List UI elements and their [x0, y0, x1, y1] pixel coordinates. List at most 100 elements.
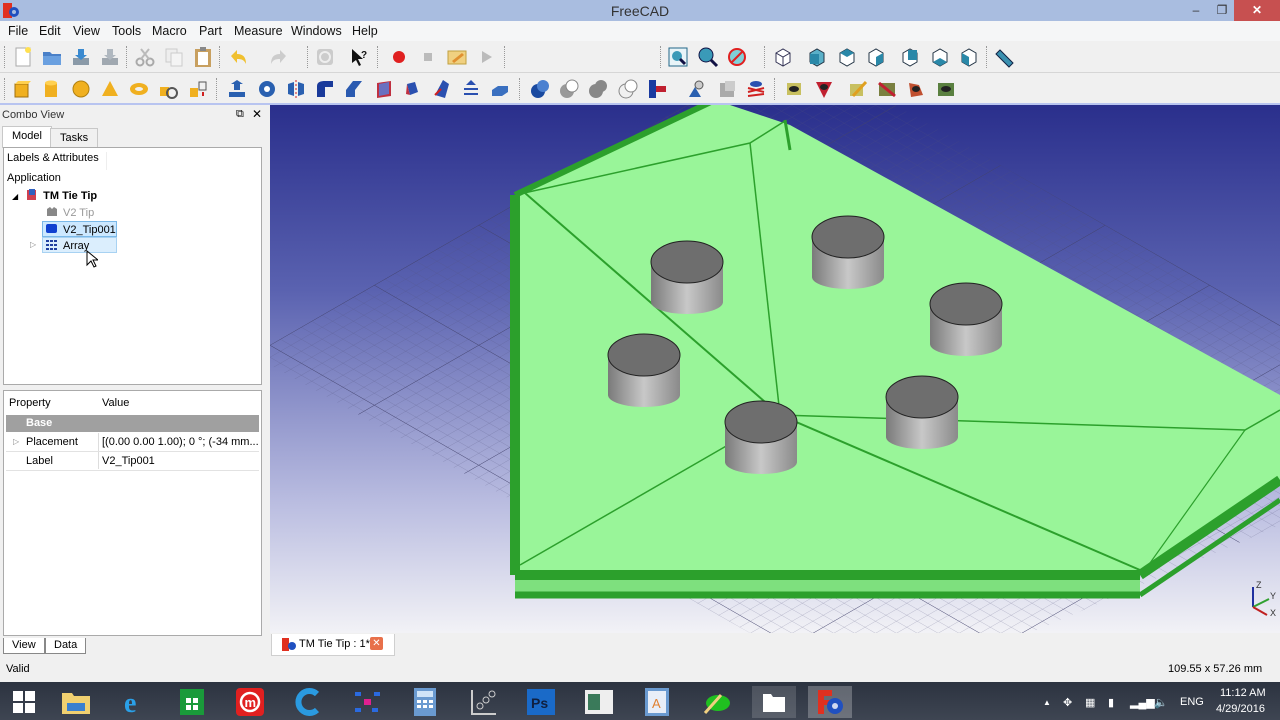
menu-part[interactable]: Part	[199, 24, 222, 38]
part-cylinder-icon[interactable]	[40, 78, 62, 100]
start-button[interactable]	[2, 686, 46, 718]
part-make-face-icon[interactable]	[373, 78, 395, 100]
close-panel-icon[interactable]: ✕	[252, 107, 262, 121]
part-primitives-icon[interactable]	[157, 78, 179, 100]
clock-time[interactable]: 11:12 AM	[1220, 687, 1266, 699]
dropbox-icon[interactable]: ✥	[1063, 696, 1072, 709]
tree-item-array[interactable]: Array	[42, 237, 117, 253]
view-left-icon[interactable]	[958, 46, 980, 68]
show-hidden-icons[interactable]: ▲	[1043, 698, 1051, 707]
document-tab[interactable]: TM Tie Tip : 1* ✕	[271, 634, 395, 656]
check-geometry-icon[interactable]	[686, 78, 708, 100]
part-revolve-icon[interactable]	[256, 78, 278, 100]
tree-item-v2-tip001[interactable]: V2_Tip001	[42, 221, 117, 237]
draw-style-icon[interactable]	[726, 46, 748, 68]
macro-edit-icon[interactable]	[446, 46, 468, 68]
menu-edit[interactable]: Edit	[39, 24, 61, 38]
save-document-icon[interactable]	[70, 46, 92, 68]
taskbar-molecule-app[interactable]	[345, 686, 389, 718]
macro-stop-icon[interactable]	[417, 46, 439, 68]
view-front-icon[interactable]	[806, 46, 828, 68]
measure-clear-icon[interactable]	[876, 78, 898, 100]
property-value-placement[interactable]: [(0.00 0.00 1.00); 0 °; (-34 mm...	[102, 436, 259, 448]
whats-this-icon[interactable]: ?	[348, 46, 370, 68]
boolean-cut-icon[interactable]	[558, 78, 580, 100]
part-sphere-icon[interactable]	[70, 78, 92, 100]
taskbar-freecad[interactable]	[808, 686, 852, 718]
undo-icon[interactable]	[227, 46, 249, 68]
taskbar-file-explorer[interactable]	[54, 686, 98, 718]
taskbar-ccleaner[interactable]	[287, 686, 331, 718]
restore-button[interactable]: ❐	[1208, 0, 1236, 21]
cut-icon[interactable]	[134, 46, 156, 68]
part-offset-icon[interactable]	[745, 78, 767, 100]
part-box-icon[interactable]	[11, 78, 33, 100]
measure-refresh-icon[interactable]	[847, 78, 869, 100]
network-icon[interactable]: ▂▄▆	[1130, 696, 1155, 709]
close-button[interactable]: ✕	[1234, 0, 1280, 21]
measure-distance-icon[interactable]	[993, 46, 1015, 68]
tab-tasks[interactable]: Tasks	[50, 128, 99, 148]
view-bottom-icon[interactable]	[929, 46, 951, 68]
minimize-button[interactable]: –	[1182, 0, 1210, 21]
close-tab-icon[interactable]: ✕	[370, 637, 383, 650]
view-rear-icon[interactable]	[899, 46, 921, 68]
language-indicator[interactable]: ENG	[1180, 696, 1204, 708]
property-value-label[interactable]: V2_Tip001	[102, 455, 155, 467]
refresh-icon[interactable]	[314, 46, 336, 68]
measure-toggle-delta-icon[interactable]	[935, 78, 957, 100]
view-isometric-icon[interactable]	[772, 46, 794, 68]
measure-linear-icon[interactable]	[784, 78, 806, 100]
boolean-common-icon[interactable]	[617, 78, 639, 100]
measure-angular-icon[interactable]	[813, 78, 835, 100]
taskbar-calculator[interactable]	[403, 686, 447, 718]
menu-windows[interactable]: Windows	[291, 24, 342, 38]
taskbar-reader-app[interactable]	[577, 686, 621, 718]
part-section-icon[interactable]	[489, 78, 511, 100]
action-center-icon[interactable]: ▦	[1085, 696, 1095, 709]
part-extrude-icon[interactable]	[226, 78, 248, 100]
save-as-icon[interactable]	[99, 46, 121, 68]
expand-placement-icon[interactable]: ▷	[13, 437, 19, 446]
part-mirror-icon[interactable]	[285, 78, 307, 100]
volume-icon[interactable]: 🔈	[1154, 696, 1168, 709]
part-torus-icon[interactable]	[128, 78, 150, 100]
part-fillet-icon[interactable]	[314, 78, 336, 100]
copy-icon[interactable]	[163, 46, 185, 68]
part-shape-builder-icon[interactable]	[187, 78, 209, 100]
toolbar-grip[interactable]	[4, 46, 5, 68]
expand-arrow-icon[interactable]: ▷	[30, 240, 36, 249]
taskbar-store[interactable]	[170, 686, 214, 718]
clock-date[interactable]: 4/29/2016	[1216, 703, 1265, 715]
redo-icon[interactable]	[268, 46, 290, 68]
tab-view[interactable]: View	[3, 638, 45, 654]
taskbar-sketch-app[interactable]	[694, 686, 738, 718]
open-document-icon[interactable]	[41, 46, 63, 68]
defeaturing-icon[interactable]	[716, 78, 738, 100]
menu-file[interactable]: File	[8, 24, 28, 38]
view-fit-selection-icon[interactable]	[697, 46, 719, 68]
menu-macro[interactable]: Macro	[152, 24, 187, 38]
part-chamfer-icon[interactable]	[343, 78, 365, 100]
boolean-icon[interactable]	[529, 78, 551, 100]
part-sweep-icon[interactable]	[460, 78, 482, 100]
part-cone-icon[interactable]	[99, 78, 121, 100]
taskbar-internet-explorer[interactable]: e	[112, 686, 156, 718]
macro-execute-icon[interactable]	[475, 46, 497, 68]
boolean-fuse-icon[interactable]	[587, 78, 609, 100]
property-group-base[interactable]: Base	[6, 415, 259, 432]
tree-item-v2-tip[interactable]: V2 Tip	[46, 206, 94, 219]
part-ruled-surface-icon[interactable]	[402, 78, 424, 100]
taskbar-photoshop[interactable]: Ps	[519, 686, 563, 718]
battery-icon[interactable]: ▮	[1108, 696, 1114, 709]
paste-icon[interactable]	[192, 46, 214, 68]
view-top-icon[interactable]	[836, 46, 858, 68]
macro-record-icon[interactable]	[388, 46, 410, 68]
toolbar-grip[interactable]	[4, 78, 5, 100]
menu-measure[interactable]: Measure	[234, 24, 283, 38]
measure-toggle-3d-icon[interactable]	[905, 78, 927, 100]
view-right-icon[interactable]	[865, 46, 887, 68]
view-fit-all-icon[interactable]	[667, 46, 689, 68]
menu-help[interactable]: Help	[352, 24, 378, 38]
join-features-icon[interactable]	[646, 78, 668, 100]
